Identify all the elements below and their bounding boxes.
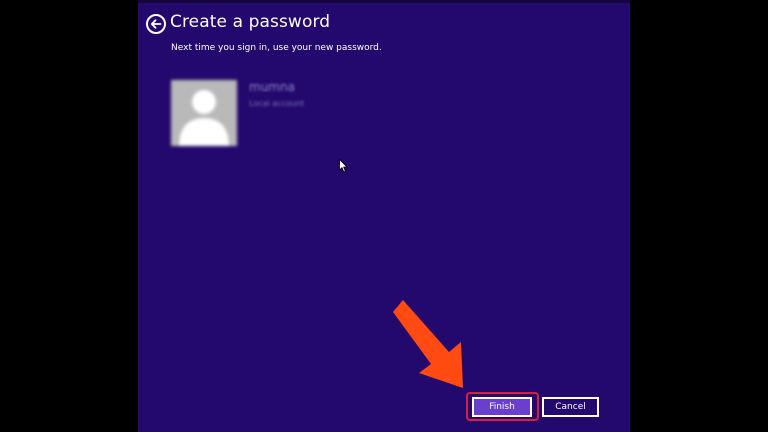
user-silhouette-icon <box>179 90 229 146</box>
page-title: Create a password <box>170 12 331 32</box>
back-button[interactable] <box>146 14 166 34</box>
account-name: mumna <box>249 80 295 94</box>
page-subtitle: Next time you sign in, use your new pass… <box>171 43 382 53</box>
user-avatar <box>171 80 237 146</box>
setup-screen: Create a password Next time you sign in,… <box>138 0 630 432</box>
mouse-pointer-icon <box>339 159 348 173</box>
cancel-button[interactable]: Cancel <box>542 397 599 417</box>
top-edge <box>138 0 630 3</box>
back-arrow-icon <box>150 19 162 29</box>
finish-button[interactable]: Finish <box>472 397 532 417</box>
account-type: Local account <box>249 99 305 108</box>
orange-arrow-icon <box>393 300 463 388</box>
